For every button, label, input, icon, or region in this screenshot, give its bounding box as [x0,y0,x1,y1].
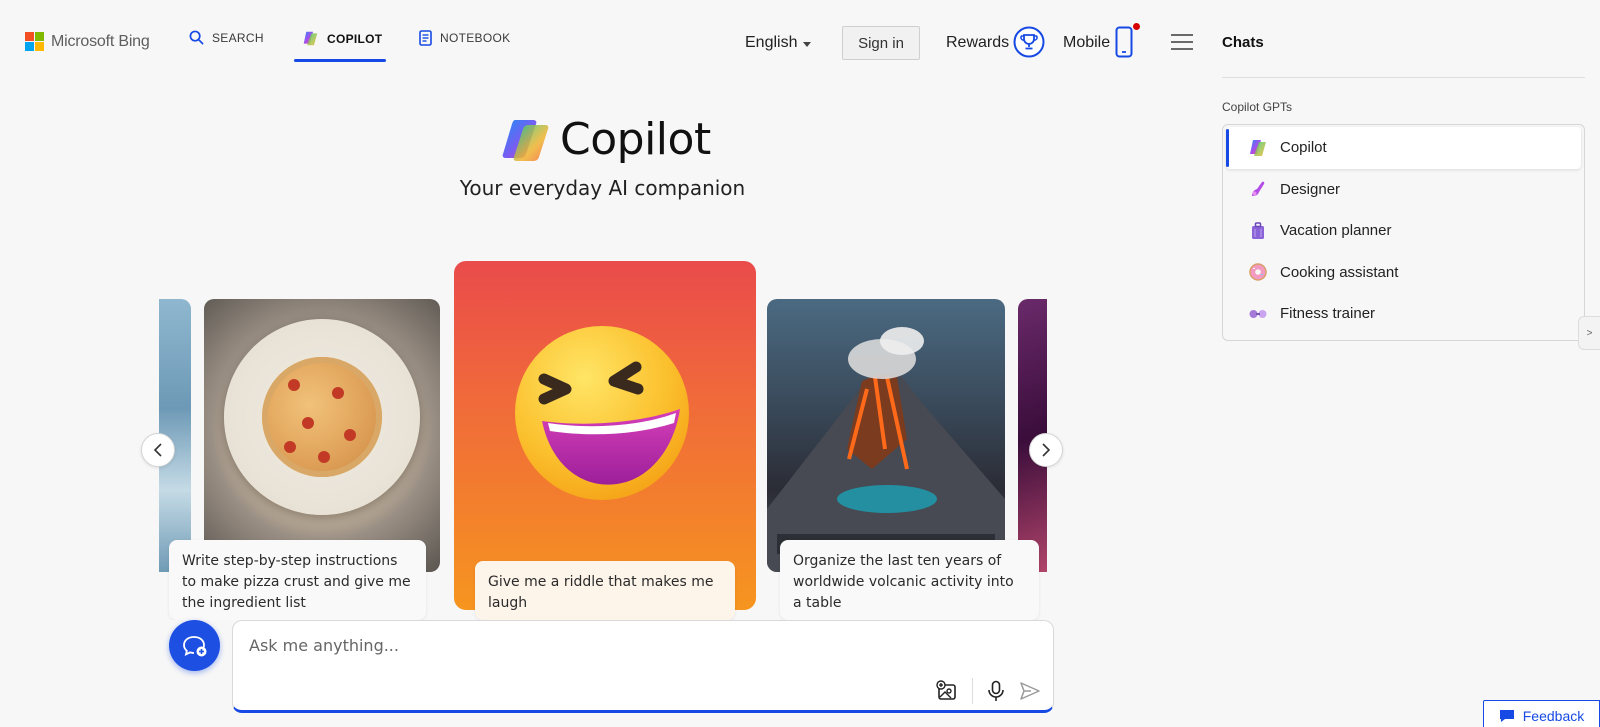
new-chat-icon [182,635,206,656]
suitcase-icon [1248,221,1268,241]
gpt-item-designer[interactable]: Designer [1226,169,1581,211]
chats-title: Chats [1222,34,1264,51]
microphone-icon[interactable] [987,680,1005,702]
chevron-right-icon: > [1586,327,1593,339]
gpt-item-label: Cooking assistant [1280,263,1399,281]
suggestion-caption[interactable]: Give me a riddle that makes me laugh [475,561,735,620]
chat-input-box [232,620,1054,713]
bing-logo[interactable]: Microsoft Bing [25,32,150,51]
notification-dot [1133,23,1140,30]
tab-copilot[interactable]: COPILOT [302,30,382,47]
tab-search[interactable]: SEARCH [189,30,264,45]
chevron-right-icon [1042,443,1051,457]
copilot-icon [1248,138,1268,158]
chevron-left-icon [153,443,162,457]
copilot-gpts-label: Copilot GPTs [1222,100,1293,114]
carousel-next-button[interactable] [1029,433,1063,467]
gpt-item-label: Designer [1280,180,1341,198]
designer-icon [1248,179,1268,199]
carousel-card-laughing[interactable] [454,261,756,610]
chat-input[interactable] [249,633,1029,657]
mobile-label[interactable]: Mobile [1063,34,1110,52]
donut-icon [1248,262,1268,282]
copilot-icon [303,31,318,46]
tab-copilot-label: COPILOT [327,31,383,46]
mobile-phone-icon[interactable] [1115,26,1133,58]
feedback-label: Feedback [1522,707,1585,724]
gpt-item-label: Fitness trainer [1280,305,1376,323]
search-icon [189,30,204,45]
gpt-item-label: Vacation planner [1280,222,1392,240]
feedback-button[interactable]: Feedback [1483,700,1600,727]
sign-in-button[interactable]: Sign in [842,26,920,60]
volcano-image [767,327,1005,572]
dumbbell-icon [1248,304,1268,324]
gpt-item-copilot[interactable]: Copilot [1226,127,1581,169]
page-subtitle: Your everyday AI companion [459,176,746,200]
suggestion-carousel: Write step-by-step instructions to make … [159,250,1047,620]
trophy-icon[interactable] [1013,26,1045,58]
rewards-label[interactable]: Rewards [946,34,1009,52]
carousel-card-volcano[interactable] [767,299,1005,572]
send-icon[interactable] [1019,681,1041,701]
menu-icon[interactable] [1171,33,1193,51]
carousel-previous-button[interactable] [141,433,175,467]
feedback-icon [1499,709,1514,722]
tab-search-label: SEARCH [212,30,264,45]
pizza-illustration [262,357,382,477]
input-actions [936,678,1041,704]
gpt-item-vacation-planner[interactable]: Vacation planner [1226,210,1581,252]
tab-notebook-label: NOTEBOOK [440,31,511,45]
gpt-item-cooking-assistant[interactable]: Cooking assistant [1226,252,1581,294]
language-selector[interactable]: English [745,34,812,52]
laughing-emoji-icon [515,326,689,500]
notebook-icon [419,30,432,46]
add-image-icon[interactable] [936,680,958,702]
suggestion-caption[interactable]: Write step-by-step instructions to make … [169,540,426,620]
tab-notebook[interactable]: NOTEBOOK [419,30,510,46]
language-label: English [745,34,798,51]
gpt-item-fitness-trainer[interactable]: Fitness trainer [1226,293,1581,335]
chevron-down-icon [803,41,812,47]
suggestion-caption[interactable]: Organize the last ten years of worldwide… [780,540,1039,620]
copilot-logo-icon [502,120,549,161]
copilot-gpts-list: Copilot Designer Vacation planner Cookin… [1222,124,1585,341]
carousel-card-pizza[interactable] [204,299,440,572]
collapse-panel-button[interactable]: > [1578,316,1600,350]
active-tab-indicator [294,59,386,62]
microsoft-logo-icon [25,32,44,51]
gpt-item-label: Copilot [1280,139,1327,157]
new-topic-button[interactable] [169,620,220,671]
divider [1222,77,1585,78]
logo-text: Microsoft Bing [51,32,150,50]
divider [972,678,973,704]
page-title: Copilot [560,114,711,165]
